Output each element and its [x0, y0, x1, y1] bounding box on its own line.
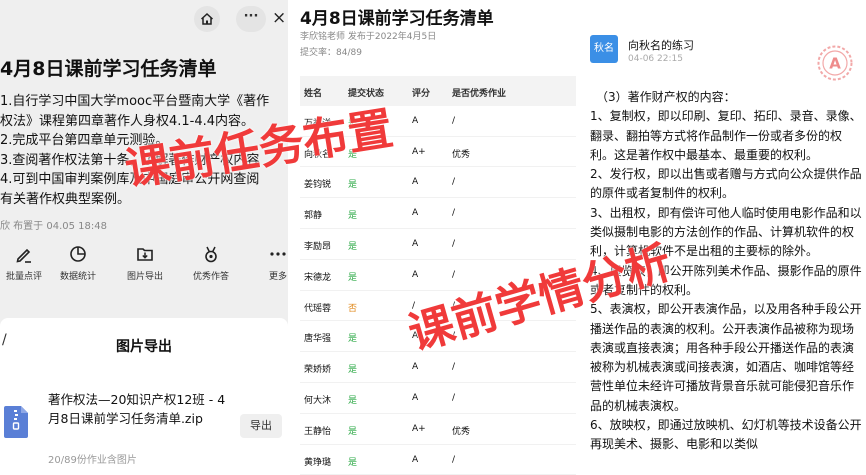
task-publish-meta: 欣 布置于 04.05 18:48 — [0, 221, 107, 232]
content-paragraph: 6、放映权，即通过放映机、幻灯机等技术设备公开再现美术、摄影、电影和以类似 — [590, 418, 862, 452]
student-name: 姜钧锐 — [304, 180, 332, 191]
file-name: 著作权法—20知识产权12班 - 4月8日课前学习任务清单.zip — [48, 392, 226, 426]
pen-icon — [16, 248, 31, 263]
submit-status: 是 — [348, 457, 358, 468]
table-row[interactable]: 李励昂 是 A / — [300, 229, 576, 260]
assignment-author: 李欣铭老师 发布于2022年4月5日 — [300, 32, 437, 42]
student-name: 代瑶蓉 — [304, 303, 332, 314]
submit-status: 是 — [348, 426, 358, 437]
pie-chart-icon — [70, 246, 86, 262]
dots-icon — [270, 252, 286, 256]
student-name: 王静怡 — [304, 426, 332, 437]
excellent-flag: / — [452, 454, 456, 465]
submit-status: 是 — [348, 211, 358, 222]
excellent-flag: 优秀 — [452, 426, 471, 437]
score: A+ — [412, 423, 426, 434]
medal-icon — [205, 246, 217, 263]
close-button[interactable]: × — [272, 8, 286, 28]
action-label: 批量点评 — [5, 272, 42, 282]
score: A — [412, 392, 419, 403]
avatar[interactable]: 秋名 — [590, 35, 618, 63]
submit-status: 是 — [348, 241, 358, 252]
submit-status: 是 — [348, 180, 358, 191]
image-export-sheet: / 图片导出 著作权法—20知识产权12班 - 4月8日课前学习任务清单.zip… — [0, 318, 288, 475]
excellent-flag: 优秀 — [452, 149, 471, 160]
action-row: 批量点评 数据统计 图片导出 优秀作答 更多 — [0, 244, 288, 288]
batch-review-button[interactable]: 批量点评 — [0, 244, 54, 282]
table-row[interactable]: 荣娇娇 是 A / — [300, 352, 576, 383]
task-assign-panel: ··· × 4月8日课前学习任务清单 1.自行学习中国大学mooc平台暨南大学《… — [0, 0, 288, 475]
rate-value: 84/89 — [336, 48, 362, 58]
student-name: 郭静 — [304, 211, 323, 222]
excellent-flag: / — [452, 392, 456, 403]
rate-label: 提交率： — [300, 48, 337, 58]
sheet-title: 图片导出 — [116, 339, 172, 355]
home-button[interactable] — [194, 6, 220, 32]
action-label: 优秀作答 — [192, 272, 229, 282]
student-name: 宋德龙 — [304, 272, 332, 283]
excellent-flag: / — [452, 208, 456, 219]
table-row[interactable]: 郭静 是 A / — [300, 198, 576, 229]
image-export-button[interactable]: 图片导出 — [115, 244, 175, 282]
table-row[interactable]: 黄琤璐 是 A / — [300, 445, 576, 475]
score: A — [412, 454, 419, 465]
table-row[interactable]: 姜钧锐 是 A / — [300, 167, 576, 199]
more-options-button[interactable]: ··· — [236, 6, 266, 32]
student-name: 荣娇娇 — [304, 365, 332, 376]
excellent-flag: / — [452, 362, 456, 373]
student-name: 黄琤璐 — [304, 457, 332, 468]
student-name: 何大沐 — [304, 395, 332, 406]
submit-status: 是 — [348, 272, 358, 283]
table-row[interactable]: 王静怡 是 A+ 优秀 — [300, 414, 576, 445]
zip-file-icon — [4, 406, 28, 438]
content-heading: （3）著作财产权的内容： — [596, 90, 736, 104]
header-name: 姓名 — [304, 89, 323, 99]
submission-rate: 提交率：84/89 — [300, 45, 362, 58]
score: A — [412, 238, 419, 249]
submission-panel: 4月8日课前学习任务清单 李欣铭老师 发布于2022年4月5日 提交率：84/8… — [288, 0, 576, 475]
content-paragraph: 2、发行权，即以出售或者赠与方式向公众提供作品的原件或者复制件的权利。 — [590, 167, 862, 201]
excellent-flag: / — [452, 177, 456, 188]
folder-download-icon — [137, 248, 153, 261]
content-paragraph: 5、表演权，即公开表演作品，以及用各种手段公开播送作品的表演的权利。公开表演作品… — [590, 302, 862, 413]
work-timestamp: 04-06 22:15 — [628, 54, 683, 64]
action-label: 图片导出 — [126, 272, 163, 282]
excellent-flag: / — [452, 269, 456, 280]
submit-status: 否 — [348, 303, 358, 314]
task-line: 1.自行学习中国大学mooc平台暨南大学《著作 — [0, 94, 270, 109]
grade-stamp-text: A — [829, 55, 841, 73]
submit-status: 是 — [348, 365, 358, 376]
score: A+ — [412, 146, 426, 157]
student-name: 李励昂 — [304, 241, 332, 252]
export-button[interactable]: 导出 — [240, 414, 282, 438]
top-bar: ··· × — [0, 0, 288, 40]
score: A — [412, 362, 419, 373]
grade-stamp-icon: A — [817, 45, 853, 81]
action-label: 数据统计 — [59, 272, 96, 282]
header-score: 评分 — [412, 89, 431, 99]
work-title: 向秋名的练习 — [628, 39, 694, 52]
table-row[interactable]: 何大沐 是 A / — [300, 383, 576, 414]
content-paragraph: 1、复制权，即以印刷、复印、拓印、录音、录像、翻录、翻拍等方式将作品制作一份或者… — [590, 109, 862, 162]
score: A — [412, 208, 419, 219]
score: A — [412, 269, 419, 280]
task-title: 4月8日课前学习任务清单 — [0, 58, 217, 80]
data-stats-button[interactable]: 数据统计 — [48, 244, 108, 282]
home-icon — [200, 12, 214, 25]
excellent-flag: / — [452, 238, 456, 249]
header-excellent: 是否优秀作业 — [452, 89, 507, 99]
excellent-flag: / — [452, 115, 456, 126]
more-actions-button[interactable]: 更多 — [248, 244, 288, 282]
score: A — [412, 115, 419, 126]
score: A — [412, 177, 419, 188]
file-summary: 20/89份作业含图片 — [48, 455, 137, 466]
student-name: 唐华强 — [304, 334, 332, 345]
assignment-title: 4月8日课前学习任务清单 — [300, 9, 494, 29]
submit-status: 是 — [348, 395, 358, 406]
submit-status: 是 — [348, 334, 358, 345]
action-label: 更多 — [268, 272, 287, 282]
excellent-answers-button[interactable]: 优秀作答 — [181, 244, 241, 282]
